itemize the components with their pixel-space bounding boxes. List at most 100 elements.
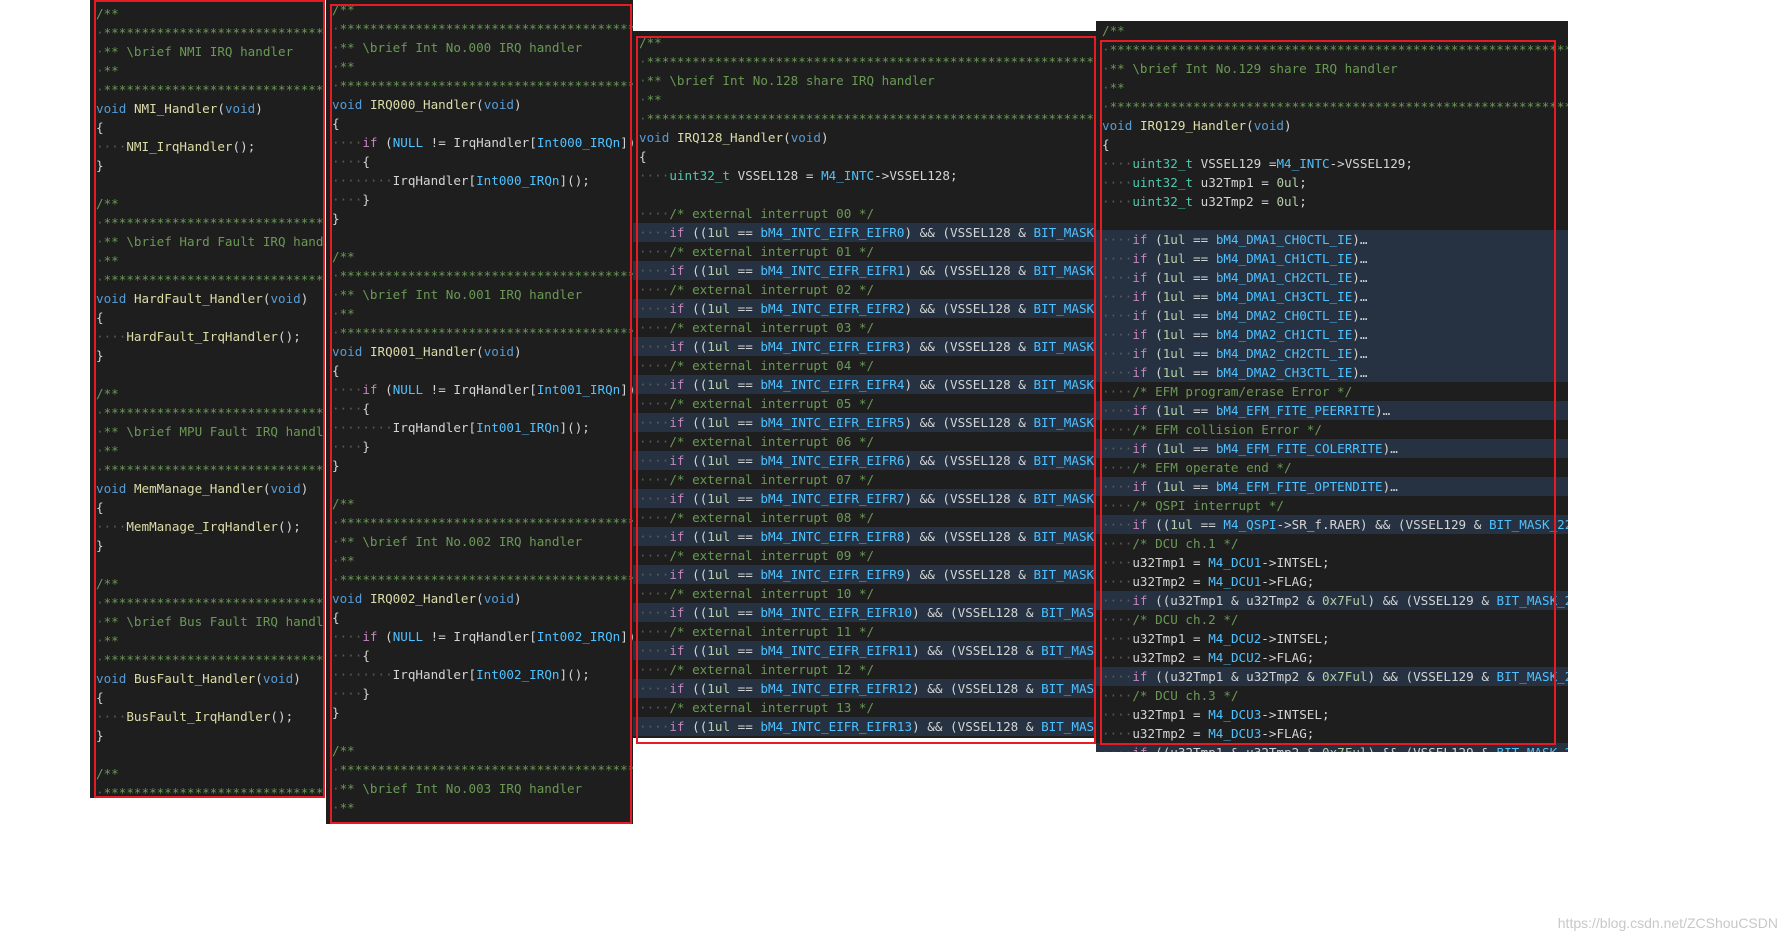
code-line: /** bbox=[96, 196, 119, 211]
code-line: { bbox=[96, 310, 104, 325]
code-line: ····u32Tmp1 = M4_DCU1->INTSEL; bbox=[1102, 555, 1330, 570]
code-line: ····/* QSPI interrupt */ bbox=[1102, 498, 1284, 513]
code-line: ·***************************************… bbox=[96, 215, 325, 230]
code-line: ·** \brief Int No.129 share IRQ handler bbox=[1102, 61, 1398, 76]
code-line: ·** \brief Hard Fault IRQ handler bbox=[96, 234, 325, 249]
code-line: ·** \brief Int No.003 IRQ handler bbox=[332, 781, 583, 796]
code-line: ····{ bbox=[332, 401, 370, 416]
code-line: ····/* external interrupt 10 */ bbox=[639, 586, 875, 601]
code-line: ·** bbox=[332, 306, 355, 321]
code-line: ····/* DCU ch.3 */ bbox=[1102, 688, 1239, 703]
code-line: ····/* EFM operate end */ bbox=[1102, 460, 1292, 475]
code-line: ·** bbox=[96, 253, 119, 268]
code-line: ····/* external interrupt 11 */ bbox=[639, 624, 875, 639]
code-line: ····uint32_t VSSEL129 =M4_INTC->VSSEL129… bbox=[1102, 156, 1413, 171]
code-line: ····if ((1ul == bM4_INTC_EIFR_EIFR2) && … bbox=[633, 299, 1096, 318]
code-line: /** bbox=[332, 2, 355, 17]
code-line: ·** \brief Int No.000 IRQ handler bbox=[332, 40, 583, 55]
code-line: ····/* external interrupt 00 */ bbox=[639, 206, 875, 221]
code-line: } bbox=[96, 158, 104, 173]
code-line: ····/* external interrupt 08 */ bbox=[639, 510, 875, 525]
code-line: /** bbox=[96, 576, 119, 591]
code-line: /** bbox=[332, 743, 355, 758]
code-line: ····/* DCU ch.1 */ bbox=[1102, 536, 1239, 551]
code-line: ········IrqHandler[Int000_IRQn](); bbox=[332, 173, 590, 188]
code-lines: /** ·************************************… bbox=[1096, 21, 1568, 752]
code-line: ········IrqHandler[Int001_IRQn](); bbox=[332, 420, 590, 435]
code-line: ····if ((1ul == bM4_INTC_EIFR_EIFR3) && … bbox=[633, 337, 1096, 356]
code-line: ····if ((1ul == bM4_INTC_EIFR_EIFR1) && … bbox=[633, 261, 1096, 280]
code-line: ·***************************************… bbox=[1102, 42, 1568, 57]
code-line: } bbox=[332, 705, 340, 720]
code-line: ····if ((1ul == bM4_INTC_EIFR_EIFR10) &&… bbox=[633, 603, 1096, 622]
code-line: ····uint32_t VSSEL128 = M4_INTC->VSSEL12… bbox=[639, 168, 958, 183]
code-line: } bbox=[96, 348, 104, 363]
code-line: ·** \brief NMI IRQ handler bbox=[96, 44, 294, 59]
code-line: ·***************************************… bbox=[332, 325, 633, 340]
code-line: ····if (NULL != IrqHandler[Int001_IRQn]) bbox=[332, 382, 633, 397]
code-line: ····/* external interrupt 03 */ bbox=[639, 320, 875, 335]
code-panel-exceptions: /** ·************************************… bbox=[90, 0, 325, 798]
code-line: ····u32Tmp2 = M4_DCU1->FLAG; bbox=[1102, 574, 1315, 589]
code-lines: /** ·************************************… bbox=[633, 31, 1096, 738]
code-line: ····{ bbox=[332, 648, 370, 663]
code-line: ····MemManage_IrqHandler(); bbox=[96, 519, 301, 534]
code-line: ·***************************************… bbox=[96, 405, 325, 420]
code-line: ····if ((1ul == bM4_INTC_EIFR_EIFR4) && … bbox=[633, 375, 1096, 394]
code-line: ····if ((1ul == M4_QSPI->SR_f.RAER) && (… bbox=[1096, 515, 1568, 534]
code-line: ····if (1ul == bM4_DMA2_CH2CTL_IE)… bbox=[1096, 344, 1568, 363]
code-line: ·***************************************… bbox=[332, 515, 633, 530]
code-line: ····if ((u32Tmp1 & u32Tmp2 & 0x7Ful) && … bbox=[1096, 743, 1568, 752]
code-line: ····if (1ul == bM4_DMA2_CH3CTL_IE)… bbox=[1096, 363, 1568, 382]
code-line: ····if ((1ul == bM4_INTC_EIFR_EIFR9) && … bbox=[633, 565, 1096, 584]
code-line: ····if ((1ul == bM4_INTC_EIFR_EIFR5) && … bbox=[633, 413, 1096, 432]
code-line: ·***************************************… bbox=[96, 25, 325, 40]
code-line: ·***************************************… bbox=[96, 595, 325, 610]
code-line: void BusFault_Handler(void) bbox=[96, 671, 301, 686]
code-line: ·** bbox=[96, 63, 119, 78]
code-panel-irq128: /** ·************************************… bbox=[633, 31, 1096, 738]
code-line: ····if (1ul == bM4_DMA2_CH1CTL_IE)… bbox=[1096, 325, 1568, 344]
code-line: ·** bbox=[332, 800, 355, 815]
code-line: ·** \brief Bus Fault IRQ handler bbox=[96, 614, 325, 629]
code-line: ····/* external interrupt 09 */ bbox=[639, 548, 875, 563]
code-line: ·** bbox=[96, 633, 119, 648]
code-line: ·***************************************… bbox=[96, 462, 325, 477]
code-line: ·***************************************… bbox=[326, 817, 633, 824]
code-line: { bbox=[1102, 137, 1110, 152]
code-line: ····/* external interrupt 12 */ bbox=[639, 662, 875, 677]
code-line: ····if (1ul == bM4_DMA1_CH3CTL_IE)… bbox=[1096, 287, 1568, 306]
code-line: ·***************************************… bbox=[332, 762, 633, 777]
code-line: void IRQ001_Handler(void) bbox=[332, 344, 522, 359]
code-line: ····} bbox=[332, 192, 370, 207]
code-line: ····/* EFM collision Error */ bbox=[1102, 422, 1322, 437]
code-line: { bbox=[96, 690, 104, 705]
code-line: ·***************************************… bbox=[332, 572, 633, 587]
code-line: ·** \brief MPU Fault IRQ handler bbox=[96, 424, 325, 439]
code-panel-irq000-003: /** ·************************************… bbox=[326, 0, 633, 824]
code-line: ····if (1ul == bM4_EFM_FITE_COLERRITE)… bbox=[1096, 439, 1568, 458]
code-line: void IRQ002_Handler(void) bbox=[332, 591, 522, 606]
code-line: ····if (1ul == bM4_DMA1_CH2CTL_IE)… bbox=[1096, 268, 1568, 287]
code-line: { bbox=[96, 120, 104, 135]
code-line: } bbox=[332, 458, 340, 473]
code-line: ·** \brief Int No.002 IRQ handler bbox=[332, 534, 583, 549]
code-line: /** bbox=[96, 766, 119, 781]
code-line: ····if ((u32Tmp1 & u32Tmp2 & 0x7Ful) && … bbox=[1096, 591, 1568, 610]
code-line: void MemManage_Handler(void) bbox=[96, 481, 309, 496]
code-line: ····if (1ul == bM4_DMA1_CH1CTL_IE)… bbox=[1096, 249, 1568, 268]
code-line: ····u32Tmp2 = M4_DCU3->FLAG; bbox=[1102, 726, 1315, 741]
code-line: ········IrqHandler[Int002_IRQn](); bbox=[332, 667, 590, 682]
code-line: void IRQ129_Handler(void) bbox=[1102, 118, 1292, 133]
code-line: } bbox=[96, 728, 104, 743]
code-line: ····/* EFM program/erase Error */ bbox=[1102, 384, 1353, 399]
code-line: /** bbox=[332, 249, 355, 264]
code-line: ·** bbox=[1102, 80, 1125, 95]
code-line: ····/* external interrupt 04 */ bbox=[639, 358, 875, 373]
code-line: { bbox=[639, 149, 647, 164]
code-line: void IRQ000_Handler(void) bbox=[332, 97, 522, 112]
